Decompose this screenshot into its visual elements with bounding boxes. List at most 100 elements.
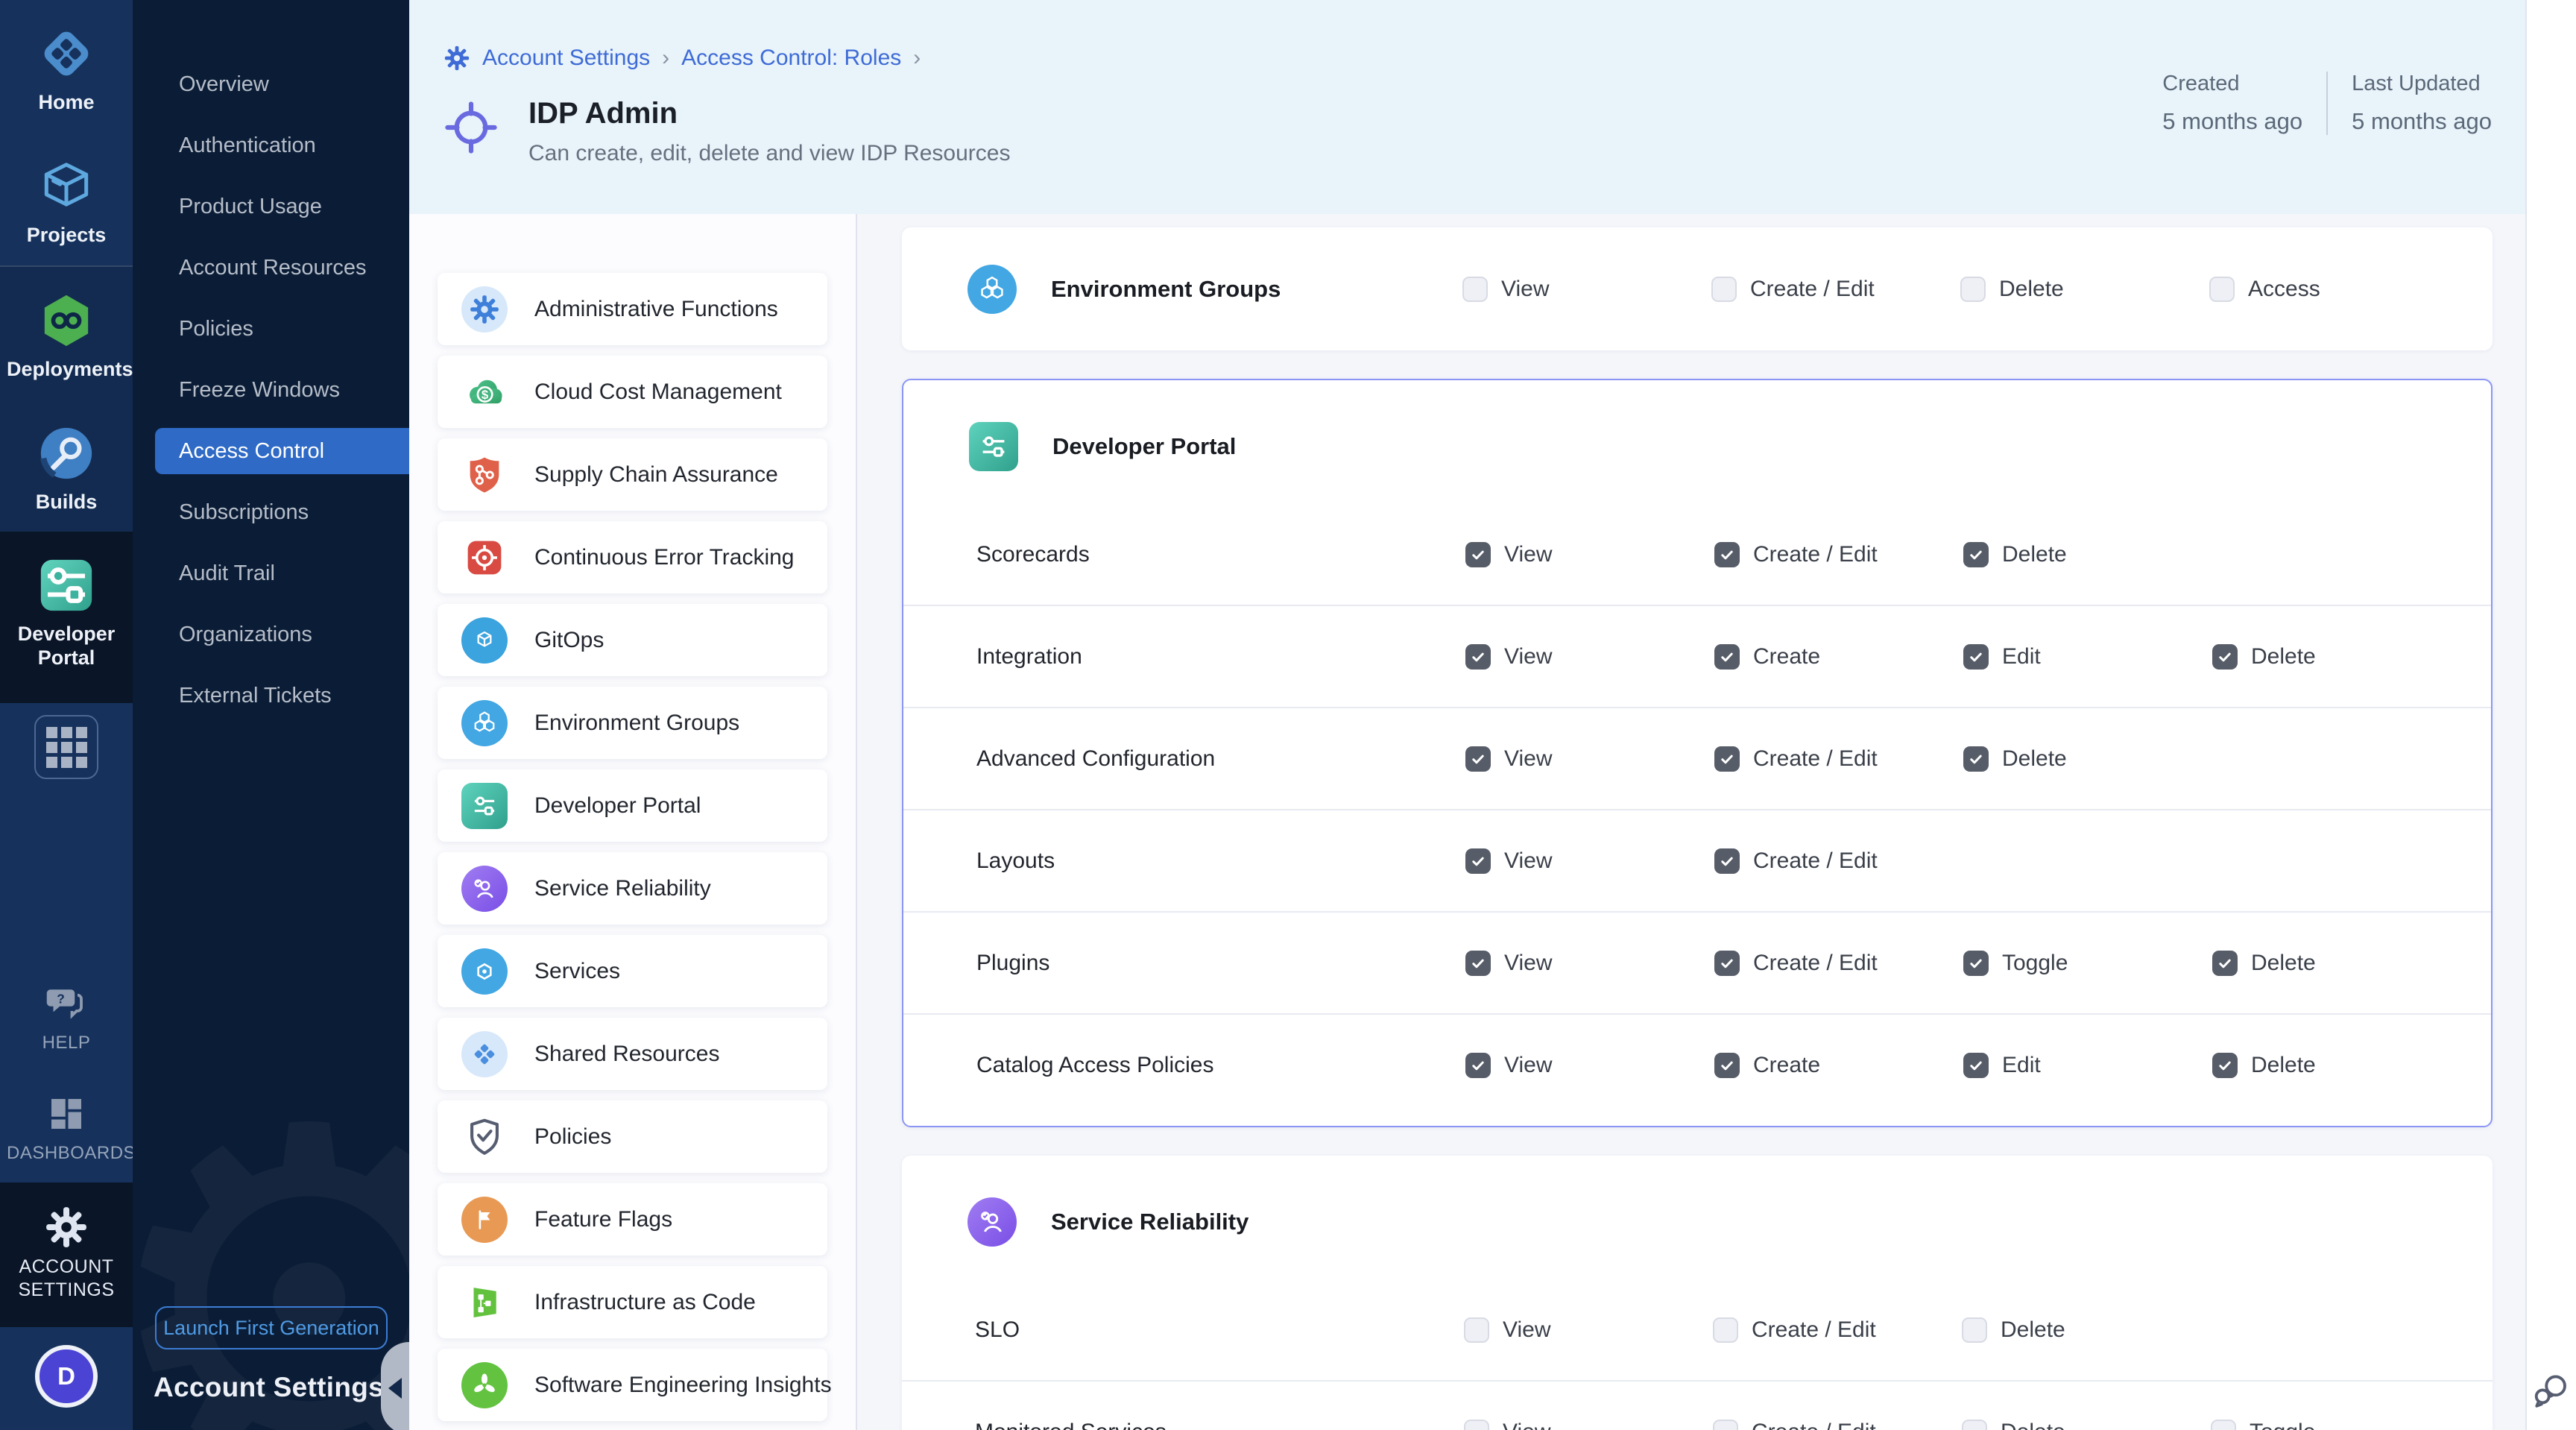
permissions-section-service-reliability: Service ReliabilitySLOViewCreate / EditD… [902,1156,2493,1430]
sidebar-item-policies[interactable]: Policies [133,298,409,359]
category-card-policies[interactable]: Policies [438,1100,827,1173]
checkbox-delete-unchecked[interactable] [1960,277,1986,302]
category-card-cloud-cost-management[interactable]: $Cloud Cost Management [438,356,827,428]
category-card-infrastructure-as-code[interactable]: Infrastructure as Code [438,1266,827,1338]
checkbox-create-checked[interactable] [1714,1053,1740,1078]
checkbox-create-edit-checked[interactable] [1714,951,1740,976]
sidebar-item-audit-trail[interactable]: Audit Trail [133,543,409,604]
rail-item-dashboards[interactable]: DASHBOARDS [0,1072,133,1182]
checkbox-access-unchecked[interactable] [2209,277,2235,302]
rail-module-builds[interactable]: Builds [0,400,133,532]
checkbox-toggle-checked[interactable] [1963,951,1989,976]
sidebar-item-organizations[interactable]: Organizations [133,604,409,665]
checkbox-create-edit-checked[interactable] [1714,542,1740,567]
sidebar-item-account-resources[interactable]: Account Resources [133,237,409,298]
category-card-gitops[interactable]: GitOps [438,604,827,676]
category-card-feature-flags[interactable]: Feature Flags [438,1183,827,1256]
sidebar-item-authentication[interactable]: Authentication [133,115,409,176]
category-card-environment-groups[interactable]: Environment Groups [438,687,827,759]
checkbox-toggle-unchecked[interactable] [2211,1420,2236,1430]
sidebar-item-access-control[interactable]: Access Control [155,428,409,474]
sidebar-collapse-handle[interactable] [381,1342,409,1430]
meta-divider [2326,72,2328,135]
permission-delete: Delete [1962,1317,2211,1343]
checkbox-label: View [1504,644,1552,670]
user-avatar[interactable]: D [35,1345,98,1408]
sidebar-title: Account Settings [154,1372,409,1403]
category-card-developer-portal[interactable]: Developer Portal [438,769,827,842]
checkbox-delete-checked[interactable] [2212,951,2238,976]
sidebar-item-overview[interactable]: Overview [133,54,409,115]
checkbox-create-edit-unchecked[interactable] [1711,277,1737,302]
category-card-service-reliability[interactable]: Service Reliability [438,852,827,925]
checkbox-view-checked[interactable] [1465,746,1491,772]
checkbox-view-checked[interactable] [1465,848,1491,874]
checkbox-create-edit-checked[interactable] [1714,848,1740,874]
permissions-panel: Environment Groups View Create / Edit Delet… [857,214,2525,1430]
checkbox-edit-checked[interactable] [1963,1053,1989,1078]
category-card-continuous-error-tracking[interactable]: Continuous Error Tracking [438,521,827,593]
launch-first-generation-button[interactable]: Launch First Generation [155,1306,388,1349]
checkbox-delete-unchecked[interactable] [1962,1420,1987,1430]
iac-icon [461,1279,508,1326]
checkbox-edit-checked[interactable] [1963,644,1989,670]
checkbox-label: Create / Edit [1752,1317,1876,1343]
sidebar-item-external-tickets[interactable]: External Tickets [133,665,409,726]
checkbox-delete-checked[interactable] [2212,1053,2238,1078]
sidebar-item-product-usage[interactable]: Product Usage [133,176,409,237]
permission-delete: Delete [2212,1053,2458,1078]
category-card-administrative-functions[interactable]: Administrative Functions [438,273,827,345]
category-card-supply-chain-assurance[interactable]: Supply Chain Assurance [438,438,827,511]
row-label: SLO [975,1317,1464,1343]
rail-module-projects[interactable]: Projects [0,133,133,265]
checkbox-view-unchecked[interactable] [1464,1317,1489,1343]
permission-view: View [1465,746,1714,772]
sidebar-item-subscriptions[interactable]: Subscriptions [133,482,409,543]
rail-item-account-settings[interactable]: ACCOUNT SETTINGS [0,1182,133,1328]
checkbox-create-edit-unchecked[interactable] [1713,1317,1738,1343]
app-root: HomeProjectsDeploymentsBuildsDeveloper P… [0,0,2576,1430]
slider-square-icon [969,422,1018,471]
permission-view: View [1465,542,1714,567]
category-card-software-engineering-insights[interactable]: Software Engineering Insights [438,1349,827,1421]
category-label: Developer Portal [534,793,701,819]
checkbox-view-checked[interactable] [1465,542,1491,567]
checkbox-view-unchecked[interactable] [1464,1420,1489,1430]
shield-check-icon [461,1114,508,1160]
person-check-icon [967,1197,1017,1247]
svg-text:$: $ [482,388,489,402]
checkbox-view-checked[interactable] [1465,1053,1491,1078]
checkbox-delete-checked[interactable] [1963,542,1989,567]
category-label: Services [534,959,620,984]
rail-module-developer-portal[interactable]: Developer Portal [0,532,133,703]
checkbox-view-unchecked[interactable] [1462,277,1488,302]
section-title: Environment Groups [1051,276,1281,303]
checkbox-delete-checked[interactable] [1963,746,1989,772]
checkbox-create-edit-unchecked[interactable] [1713,1420,1738,1430]
chat-support-icon[interactable] [2531,1370,2572,1411]
checkbox-view-checked[interactable] [1465,644,1491,670]
checkbox-delete-unchecked[interactable] [1962,1317,1987,1343]
rail-item-label: DASHBOARDS [7,1142,126,1165]
category-label: GitOps [534,628,604,653]
category-card-services[interactable]: Services [438,935,827,1007]
permission-view: View [1464,1317,1713,1343]
category-card-shared-resources[interactable]: Shared Resources [438,1018,827,1090]
breadcrumb-separator: › [662,45,669,71]
category-label: Software Engineering Insights [534,1373,832,1398]
breadcrumb-access-control-roles[interactable]: Access Control: Roles [681,45,901,71]
checkbox-create-checked[interactable] [1714,644,1740,670]
checkbox-delete-checked[interactable] [2212,644,2238,670]
rail-item-help[interactable]: ?HELP [0,962,133,1072]
sidebar-item-freeze-windows[interactable]: Freeze Windows [133,359,409,421]
module-rail: HomeProjectsDeploymentsBuildsDeveloper P… [0,0,133,1430]
checkbox-view-checked[interactable] [1465,951,1491,976]
rail-module-deployments[interactable]: Deployments [0,265,133,400]
module-picker-button[interactable] [34,715,98,779]
breadcrumb-account-settings[interactable]: Account Settings [482,45,650,71]
rail-module-home[interactable]: Home [0,0,133,133]
gear-icon [461,286,508,333]
checkbox-create-edit-checked[interactable] [1714,746,1740,772]
permission-create-edit: Create / Edit [1714,951,1963,976]
rail-item-label: ACCOUNT SETTINGS [7,1256,126,1303]
